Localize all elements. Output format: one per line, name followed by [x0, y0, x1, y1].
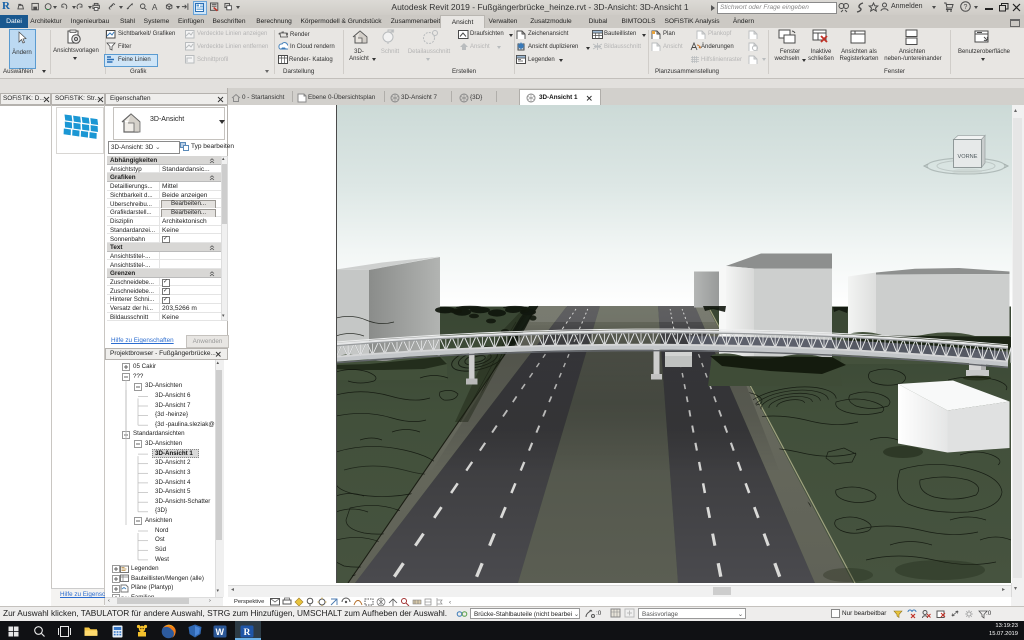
- svg-text:R: R: [244, 628, 251, 638]
- svg-text:VORNE: VORNE: [958, 154, 978, 160]
- svg-text:W: W: [216, 627, 225, 637]
- svg-text:?: ?: [964, 4, 968, 11]
